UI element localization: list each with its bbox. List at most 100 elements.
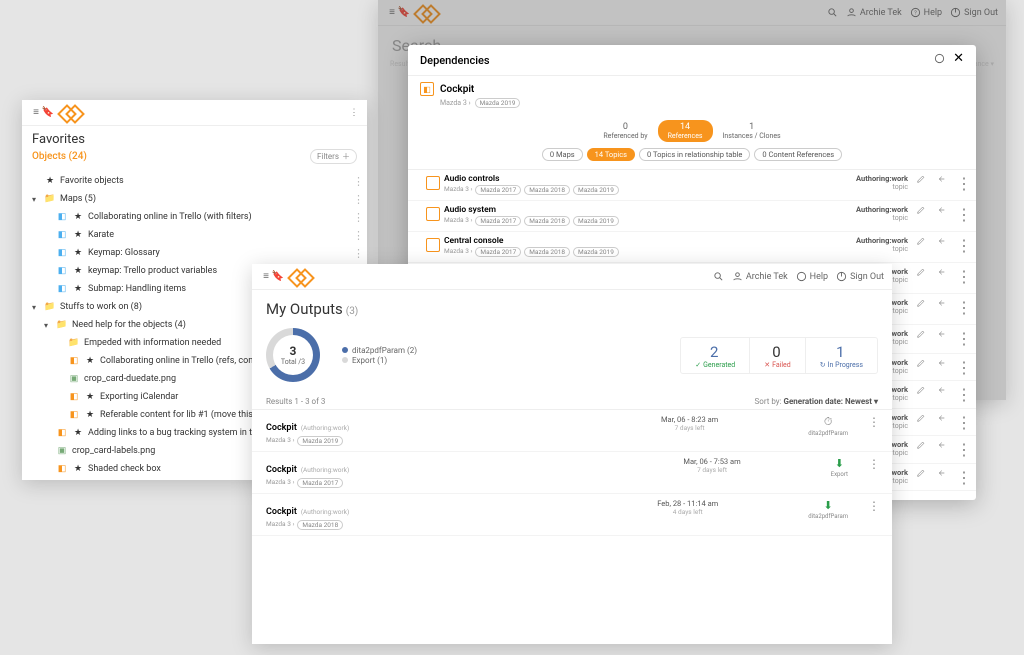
download-icon[interactable]: ⬇ [824, 499, 833, 512]
back-arrow-icon[interactable] [936, 385, 946, 395]
tree-node[interactable]: ◧★Collaborating online in Trello (with f… [22, 208, 367, 226]
more-icon[interactable] [956, 468, 966, 478]
signout-link[interactable]: Sign Out [836, 271, 884, 282]
edit-icon[interactable] [916, 468, 926, 478]
star-icon: ★ [72, 283, 84, 295]
back-arrow-icon[interactable] [936, 329, 946, 339]
back-arrow-icon[interactable] [936, 413, 946, 423]
edit-icon[interactable] [916, 267, 926, 277]
menu-icon[interactable]: ≡ [30, 107, 42, 119]
tree-node[interactable]: ◧★Keymap: Glossary [22, 244, 367, 262]
star-icon: ★ [84, 391, 96, 403]
more-icon[interactable] [351, 175, 361, 188]
more-icon[interactable] [868, 457, 878, 471]
more-icon[interactable] [956, 440, 966, 450]
edit-icon[interactable] [916, 440, 926, 450]
edit-icon[interactable] [916, 205, 926, 215]
back-arrow-icon[interactable] [936, 174, 946, 184]
filters-button[interactable]: Filters＋ [310, 149, 357, 164]
download-icon[interactable]: ⏱ [824, 415, 833, 429]
more-icon[interactable] [868, 499, 878, 513]
outputs-list: Cockpit (Authoring:work)Mazda 3 ›Mazda 2… [252, 410, 892, 536]
more-icon[interactable] [956, 413, 966, 423]
more-icon[interactable] [868, 415, 878, 429]
node-type-icon: ◧ [68, 391, 80, 403]
sort-dropdown[interactable]: Sort by: Generation date: Newest ▾ [755, 397, 879, 406]
more-icon[interactable] [349, 108, 359, 118]
tree-node[interactable]: ◧★Karate [22, 226, 367, 244]
edit-icon[interactable] [916, 174, 926, 184]
node-type-icon: 📁 [44, 193, 56, 205]
bookmark-icon[interactable]: 🔖 [42, 107, 54, 119]
output-stat: 0✕Failed [749, 338, 805, 373]
output-row[interactable]: Cockpit (Authoring:work)Mazda 3 ›Mazda 2… [252, 410, 892, 452]
node-type-icon: 📁 [44, 301, 56, 313]
more-icon[interactable] [351, 247, 361, 260]
more-icon[interactable] [956, 298, 966, 308]
back-arrow-icon[interactable] [936, 205, 946, 215]
node-type-icon: ◧ [56, 229, 68, 241]
node-type-icon: 📁 [68, 337, 80, 349]
back-arrow-icon[interactable] [936, 468, 946, 478]
close-icon[interactable]: ✕ [953, 53, 964, 67]
edit-icon[interactable] [916, 385, 926, 395]
donut-legend: dita2pdfParam (2)Export (1) [342, 345, 417, 366]
node-type-icon: ◧ [56, 211, 68, 223]
more-icon[interactable] [956, 236, 966, 246]
edit-icon[interactable] [916, 236, 926, 246]
output-stat: 1↻In Progress [805, 338, 877, 373]
more-icon[interactable] [956, 267, 966, 277]
edit-icon[interactable] [916, 413, 926, 423]
back-arrow-icon[interactable] [936, 267, 946, 277]
back-arrow-icon[interactable] [936, 298, 946, 308]
search-icon[interactable] [713, 271, 724, 282]
dependency-tab[interactable]: 0Referenced by [593, 120, 657, 142]
bookmark-icon[interactable]: 🔖 [272, 271, 284, 283]
logo-icon [60, 107, 82, 119]
more-icon[interactable] [956, 385, 966, 395]
legend-item: dita2pdfParam (2) [342, 346, 417, 355]
back-arrow-icon[interactable] [936, 236, 946, 246]
dependency-row[interactable]: Audio systemMazda 3 ›Mazda 2017Mazda 201… [408, 201, 976, 232]
dependency-row[interactable]: Audio controlsMazda 3 ›Mazda 2017Mazda 2… [408, 170, 976, 201]
menu-icon[interactable]: ≡ [260, 271, 272, 283]
dependency-pill[interactable]: 0 Topics in relationship table [639, 148, 750, 161]
more-icon[interactable] [956, 329, 966, 339]
output-row[interactable]: Cockpit (Authoring:work)Mazda 3 ›Mazda 2… [252, 452, 892, 494]
more-icon[interactable] [351, 211, 361, 224]
dependency-tab[interactable]: 1Instances / Clones [713, 120, 791, 142]
dependency-pill[interactable]: 0 Maps [542, 148, 583, 161]
more-icon[interactable] [956, 205, 966, 215]
dependency-tabs: 0Referenced by14References1Instances / C… [408, 114, 976, 146]
objects-count-link[interactable]: Objects (24) [32, 151, 87, 162]
more-icon[interactable] [956, 174, 966, 184]
dependency-pill[interactable]: 14 Topics [587, 148, 635, 161]
tree-node[interactable]: ▾📁Maps (5) [22, 190, 367, 208]
node-type-icon: ◧ [56, 427, 68, 439]
dependency-tab[interactable]: 14References [658, 120, 713, 142]
dependency-pill[interactable]: 0 Content References [754, 148, 842, 161]
dependency-row[interactable]: Central consoleMazda 3 ›Mazda 2017Mazda … [408, 232, 976, 263]
node-type-icon: ◧ [68, 355, 80, 367]
star-icon: ★ [72, 229, 84, 241]
help-link[interactable]: Help [796, 271, 828, 282]
more-icon[interactable] [351, 193, 361, 206]
help-icon[interactable] [934, 53, 945, 67]
edit-icon[interactable] [916, 329, 926, 339]
edit-icon[interactable] [916, 358, 926, 368]
back-arrow-icon[interactable] [936, 358, 946, 368]
output-stats: 2✓Generated0✕Failed1↻In Progress [680, 337, 878, 374]
output-row[interactable]: Cockpit (Authoring:work)Mazda 3 ›Mazda 2… [252, 494, 892, 536]
node-type-icon: 📁 [56, 319, 68, 331]
download-icon[interactable]: ⬇ [835, 457, 844, 470]
output-stat: 2✓Generated [681, 338, 749, 373]
edit-icon[interactable] [916, 298, 926, 308]
star-icon: ★ [72, 427, 84, 439]
node-type-icon: ◧ [56, 283, 68, 295]
more-icon[interactable] [956, 358, 966, 368]
more-icon[interactable] [351, 229, 361, 242]
node-type-icon: ◧ [56, 463, 68, 475]
back-arrow-icon[interactable] [936, 440, 946, 450]
tree-node[interactable]: ★Favorite objects [22, 172, 367, 190]
user-menu[interactable]: Archie Tek [732, 271, 788, 282]
